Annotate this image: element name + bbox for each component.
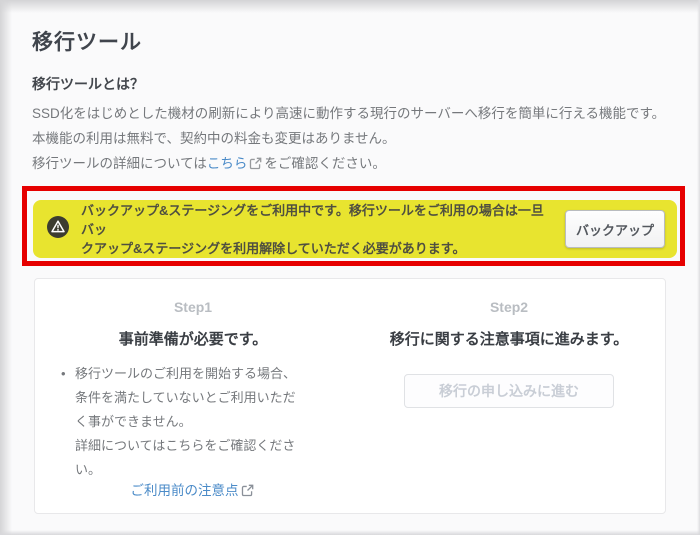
external-link-icon (241, 484, 254, 500)
step2-column: Step2 移行に関する注意事項に進みます。 移行の申し込みに進む (351, 279, 667, 513)
precautions-link-row: ご利用前の注意点 (35, 479, 351, 500)
intro-line-3-prefix: 移行ツールの詳細については (32, 156, 207, 171)
step1-bullet-line-1: 移行ツールのご利用を開始する場合、 (75, 362, 296, 386)
panel-top-shadow (0, 0, 700, 13)
migration-tool-panel: 移行ツール 移行ツールとは？ SSD化をはじめとした機材の刷新により高速に動作す… (0, 0, 700, 535)
page-title: 移行ツール (32, 26, 142, 56)
step1-bullet-item: • 移行ツールのご利用を開始する場合、 条件を満たしていないとご利用いただ く事… (61, 362, 333, 482)
intro-paragraph: SSD化をはじめとした機材の刷新により高速に動作する現行のサーバーへ移行を簡単に… (32, 101, 672, 178)
intro-line-2: 本機能の利用は無料で、契約中の料金も変更はありません。 (32, 126, 672, 151)
panel-left-shadow (0, 0, 12, 535)
intro-line-3-suffix: をご確認ください。 (264, 156, 386, 171)
step1-column: Step1 事前準備が必要です。 • 移行ツールのご利用を開始する場合、 条件を… (35, 279, 351, 513)
backup-button[interactable]: バックアップ (565, 210, 665, 248)
step2-title: 移行に関する注意事項に進みます。 (351, 328, 667, 349)
step1-title: 事前準備が必要です。 (35, 328, 351, 349)
intro-line-3: 移行ツールの詳細についてはこちら をご確認ください。 (32, 151, 672, 178)
step1-bullet-line-3: く事ができません。 (75, 410, 296, 434)
details-link[interactable]: こちら (207, 156, 248, 171)
intro-line-1: SSD化をはじめとした機材の刷新により高速に動作する現行のサーバーへ移行を簡単に… (32, 101, 672, 126)
proceed-to-application-button[interactable]: 移行の申し込みに進む (404, 374, 614, 408)
alert-message-line-2: クアップ&ステージングを利用解除していただく必要があります。 (81, 239, 553, 258)
warning-triangle-icon (47, 216, 69, 243)
step1-bullet-text: 移行ツールのご利用を開始する場合、 条件を満たしていないとご利用いただ く事がで… (75, 362, 296, 482)
step1-label: Step1 (35, 299, 351, 315)
steps-card: Step1 事前準備が必要です。 • 移行ツールのご利用を開始する場合、 条件を… (34, 278, 666, 514)
intro-heading: 移行ツールとは？ (32, 74, 144, 94)
step2-label: Step2 (351, 299, 667, 315)
precautions-link[interactable]: ご利用前の注意点 (131, 483, 239, 498)
panel-bottom-shadow (0, 530, 700, 535)
bullet-dot-icon: • (61, 362, 75, 482)
step1-bullet-line-4: 詳細についてはこちらをご確認くださ (75, 434, 296, 458)
alert-message: バックアップ&ステージングをご利用中です。移行ツールをご利用の場合は一旦バッ ク… (81, 201, 553, 258)
step1-bullet-line-2: 条件を満たしていないとご利用いただ (75, 386, 296, 410)
alert-message-line-1: バックアップ&ステージングをご利用中です。移行ツールをご利用の場合は一旦バッ (81, 201, 553, 239)
external-link-icon (249, 153, 262, 178)
backup-warning-alert: バックアップ&ステージングをご利用中です。移行ツールをご利用の場合は一旦バッ ク… (33, 200, 677, 258)
